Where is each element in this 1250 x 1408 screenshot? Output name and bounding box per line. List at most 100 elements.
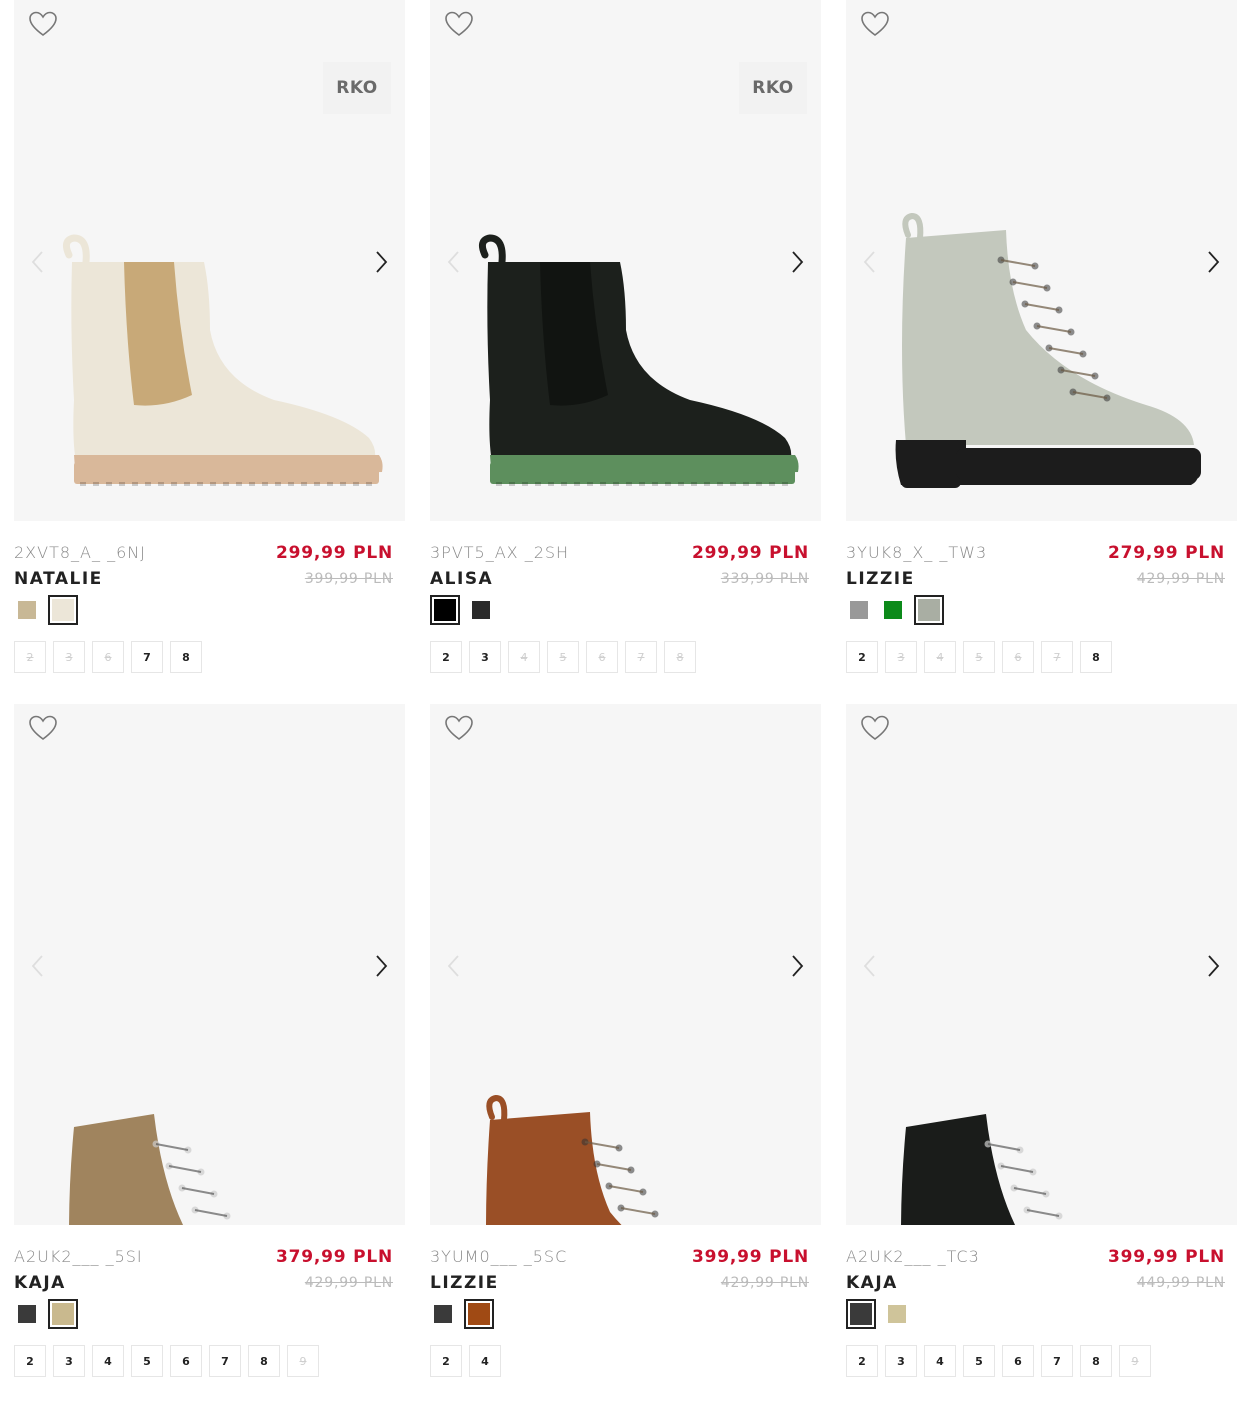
chevron-right-icon[interactable] (1203, 952, 1223, 980)
size-option[interactable]: 4 (924, 1345, 956, 1377)
product-card-2[interactable]: RKO 3PVT5_AX _2SH ALISA 299,99 PLN 339,9… (430, 0, 821, 673)
chevron-left-icon[interactable] (28, 248, 48, 276)
boot-image (69, 1114, 231, 1225)
product-image[interactable] (846, 704, 1237, 1225)
chevron-left-icon[interactable] (860, 952, 880, 980)
color-swatch[interactable] (846, 597, 872, 623)
size-option[interactable]: 7 (131, 641, 163, 673)
product-name[interactable]: KAJA (846, 1273, 898, 1293)
product-image[interactable] (430, 704, 821, 1225)
chevron-right-icon[interactable] (371, 248, 391, 276)
product-image[interactable] (14, 704, 405, 1225)
wishlist-heart-icon[interactable] (28, 714, 58, 742)
color-swatch[interactable] (468, 597, 494, 623)
wishlist-heart-icon[interactable] (860, 714, 890, 742)
size-option[interactable]: 3 (53, 1345, 85, 1377)
chevron-right-icon[interactable] (1203, 248, 1223, 276)
size-option[interactable]: 2 (430, 641, 462, 673)
size-option[interactable]: 2 (846, 1345, 878, 1377)
size-option: 9 (1119, 1345, 1151, 1377)
size-options: 2345678 (430, 641, 821, 673)
product-card-3[interactable]: 3YUK8_X_ _TW3 LIZZIE 279,99 PLN 429,99 P… (846, 0, 1237, 673)
size-option: 5 (547, 641, 579, 673)
chevron-left-icon[interactable] (444, 952, 464, 980)
size-option[interactable]: 7 (1041, 1345, 1073, 1377)
color-swatches (14, 1299, 405, 1329)
swatch-fill (52, 599, 74, 621)
color-swatch[interactable] (884, 1301, 910, 1327)
swatch-fill (434, 1305, 452, 1323)
size-option[interactable]: 5 (963, 1345, 995, 1377)
wishlist-heart-icon[interactable] (28, 10, 58, 38)
product-card-5[interactable]: 3YUM0___ _5SC LIZZIE 399,99 PLN 429,99 P… (430, 704, 821, 1377)
swatch-fill (52, 1303, 74, 1325)
color-swatch[interactable] (846, 1299, 876, 1329)
product-info: 3PVT5_AX _2SH ALISA 299,99 PLN 339,99 PL… (430, 541, 821, 591)
size-option[interactable]: 8 (1080, 1345, 1112, 1377)
chevron-right-icon[interactable] (787, 248, 807, 276)
size-option[interactable]: 8 (248, 1345, 280, 1377)
original-price: 339,99 PLN (720, 571, 809, 587)
size-option: 8 (664, 641, 696, 673)
size-option[interactable]: 3 (469, 641, 501, 673)
product-name[interactable]: ALISA (430, 569, 493, 589)
color-swatch[interactable] (914, 595, 944, 625)
product-card-1[interactable]: RKO 2XVT8_A_ _6NJ NATALIE 299,99 PLN 399… (14, 0, 405, 673)
product-name[interactable]: NATALIE (14, 569, 103, 589)
color-swatches (846, 1299, 1237, 1329)
size-option[interactable]: 2 (14, 1345, 46, 1377)
color-swatch[interactable] (14, 597, 40, 623)
product-image[interactable]: RKO (14, 0, 405, 521)
original-price: 449,99 PLN (1136, 1275, 1225, 1291)
size-option[interactable]: 8 (1080, 641, 1112, 673)
size-option[interactable]: 2 (430, 1345, 462, 1377)
size-option[interactable]: 2 (846, 641, 878, 673)
size-option[interactable]: 4 (92, 1345, 124, 1377)
size-option[interactable]: 5 (131, 1345, 163, 1377)
product-info: 3YUM0___ _5SC LIZZIE 399,99 PLN 429,99 P… (430, 1245, 821, 1295)
color-swatch[interactable] (48, 595, 78, 625)
product-name[interactable]: LIZZIE (430, 1273, 499, 1293)
chevron-left-icon[interactable] (444, 248, 464, 276)
wishlist-heart-icon[interactable] (444, 10, 474, 38)
color-swatch[interactable] (880, 597, 906, 623)
brand-badge: RKO (739, 62, 807, 114)
product-image[interactable] (846, 0, 1237, 521)
size-option[interactable]: 6 (1002, 1345, 1034, 1377)
sale-price: 399,99 PLN (1107, 1247, 1225, 1267)
chevron-left-icon[interactable] (28, 952, 48, 980)
wishlist-heart-icon[interactable] (444, 714, 474, 742)
size-option: 6 (586, 641, 618, 673)
color-swatches (846, 595, 1237, 625)
color-swatch[interactable] (430, 1301, 456, 1327)
chevron-right-icon[interactable] (371, 952, 391, 980)
size-option[interactable]: 4 (469, 1345, 501, 1377)
product-info: 3YUK8_X_ _TW3 LIZZIE 279,99 PLN 429,99 P… (846, 541, 1237, 591)
color-swatch[interactable] (48, 1299, 78, 1329)
color-swatches (430, 1299, 821, 1329)
size-option[interactable]: 7 (209, 1345, 241, 1377)
product-image[interactable]: RKO (430, 0, 821, 521)
swatch-fill (884, 601, 902, 619)
swatch-fill (888, 1305, 906, 1323)
product-name[interactable]: LIZZIE (846, 569, 915, 589)
wishlist-heart-icon[interactable] (860, 10, 890, 38)
swatch-fill (918, 599, 940, 621)
sale-price: 299,99 PLN (691, 543, 809, 563)
size-option[interactable]: 3 (885, 1345, 917, 1377)
color-swatch[interactable] (430, 595, 460, 625)
chevron-right-icon[interactable] (787, 952, 807, 980)
chevron-left-icon[interactable] (860, 248, 880, 276)
size-option[interactable]: 6 (170, 1345, 202, 1377)
sale-price: 279,99 PLN (1107, 543, 1225, 563)
color-swatch[interactable] (14, 1301, 40, 1327)
product-name[interactable]: KAJA (14, 1273, 66, 1293)
size-option: 6 (92, 641, 124, 673)
product-card-6[interactable]: A2UK2___ _TC3 KAJA 399,99 PLN 449,99 PLN… (846, 704, 1237, 1377)
size-option[interactable]: 8 (170, 641, 202, 673)
product-card-4[interactable]: A2UK2___ _5SI KAJA 379,99 PLN 429,99 PLN… (14, 704, 405, 1377)
product-info: A2UK2___ _5SI KAJA 379,99 PLN 429,99 PLN (14, 1245, 405, 1295)
size-options: 2345678 (846, 641, 1237, 673)
original-price: 429,99 PLN (720, 1275, 809, 1291)
color-swatch[interactable] (464, 1299, 494, 1329)
